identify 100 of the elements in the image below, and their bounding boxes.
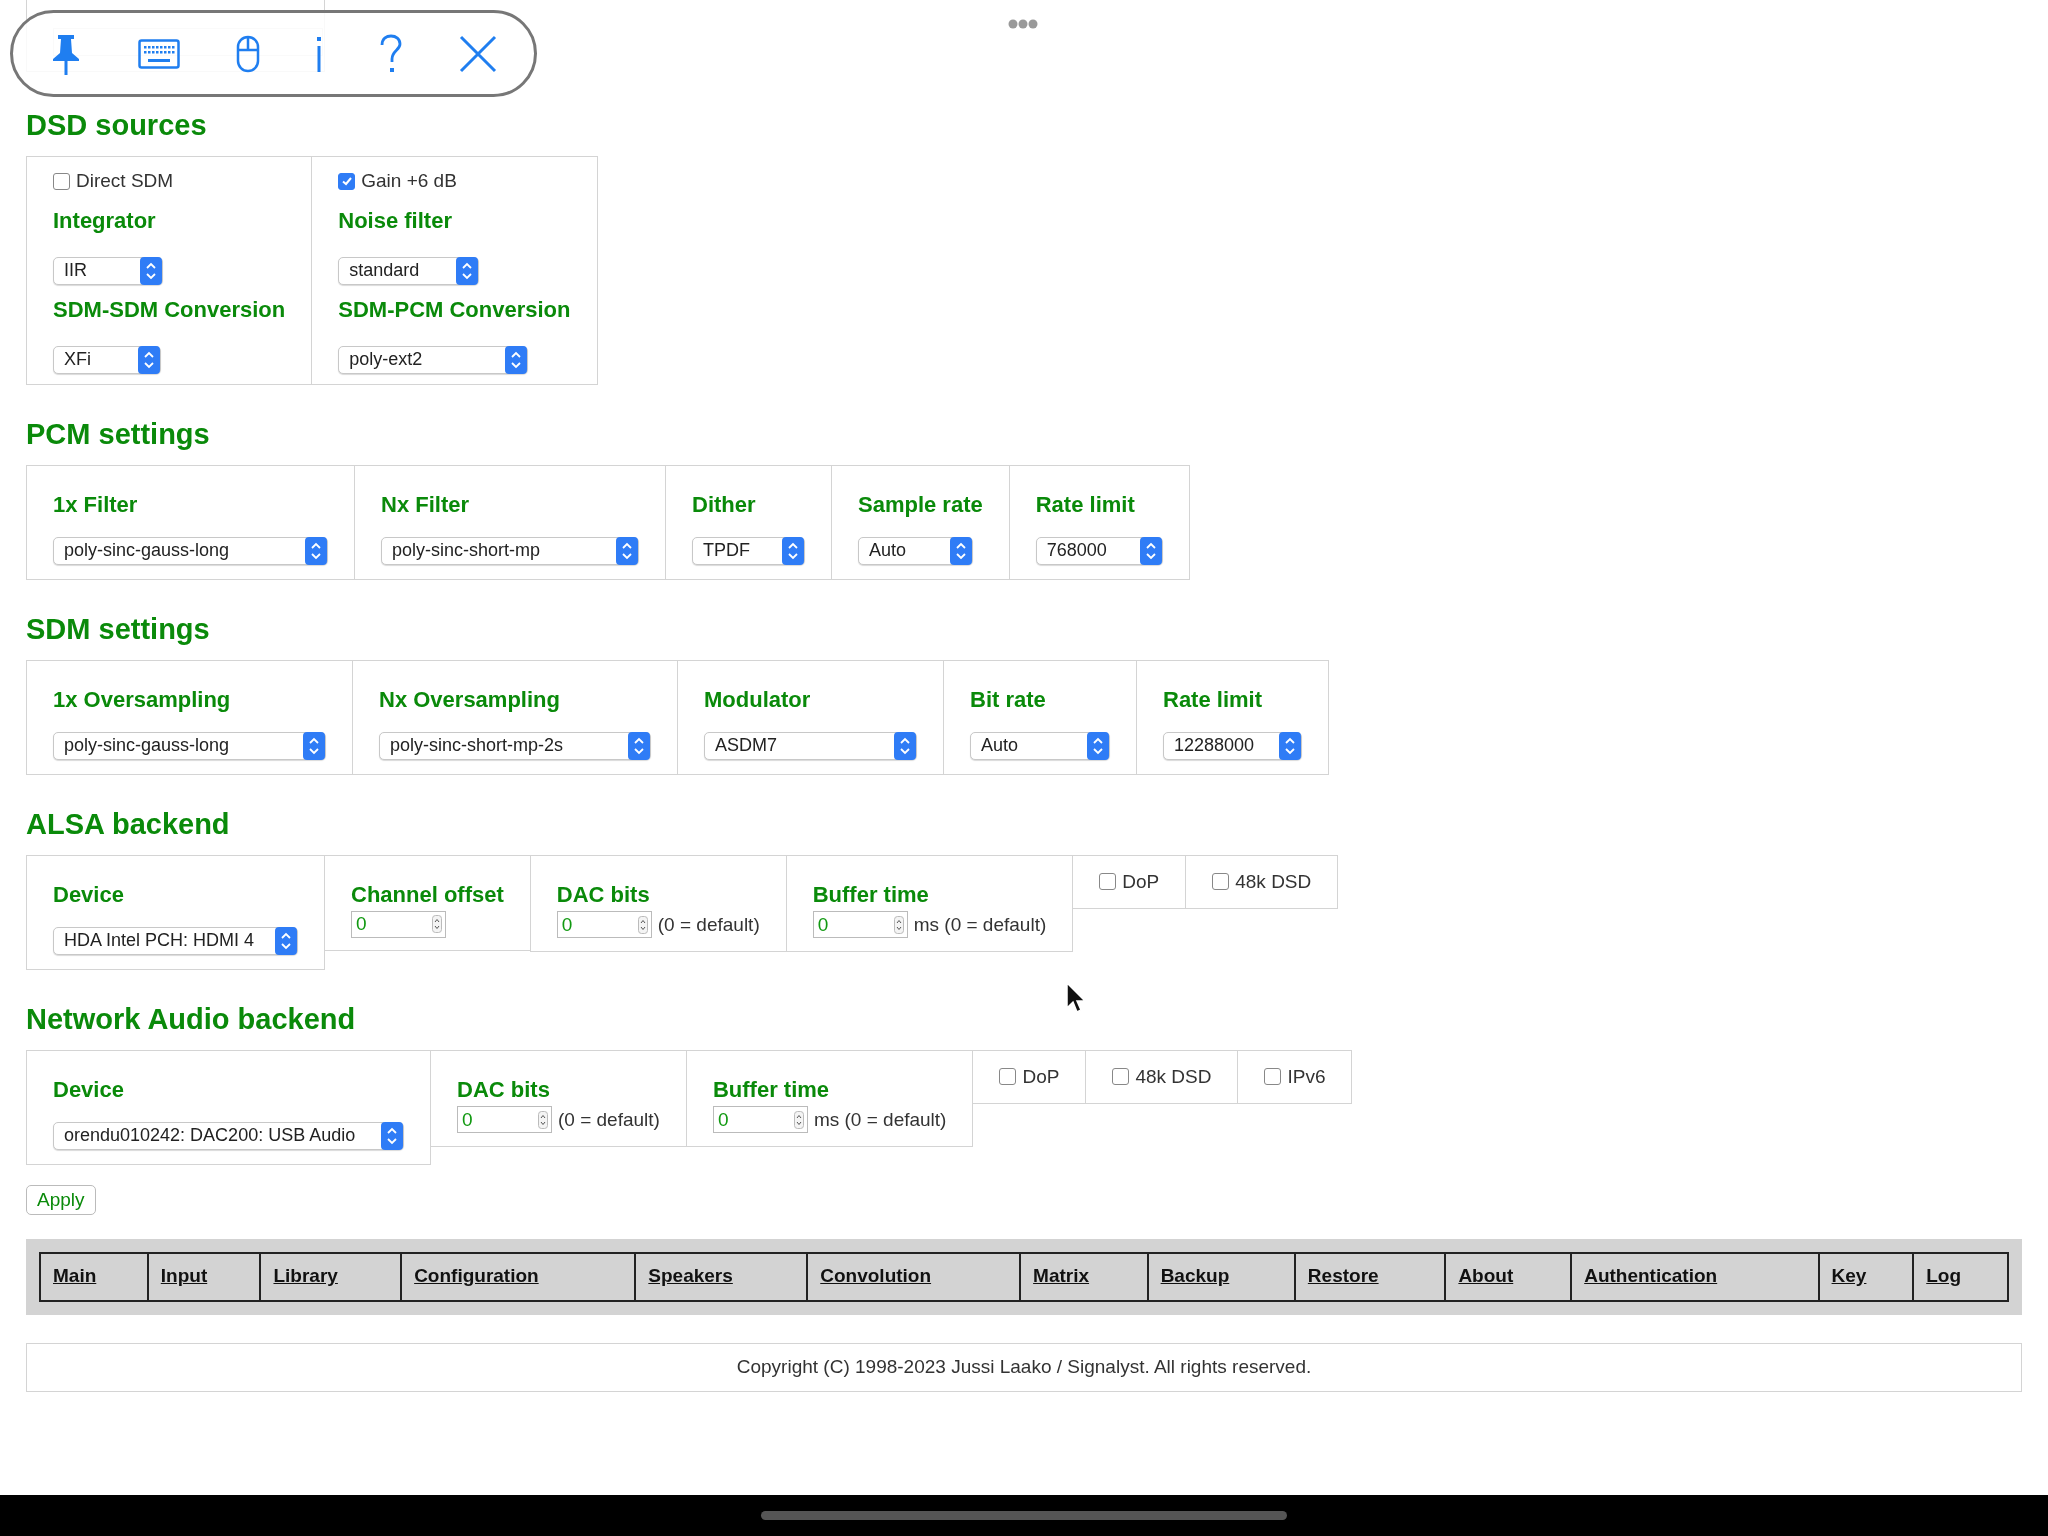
nav-link[interactable]: Input xyxy=(160,1265,208,1287)
updown-arrows-icon xyxy=(456,256,479,285)
checkbox-label: DoP xyxy=(1022,1064,1060,1089)
number-field[interactable]: 0 xyxy=(351,910,446,938)
hint-text: (0 = default) xyxy=(558,1107,660,1132)
keyboard-icon[interactable] xyxy=(138,38,181,69)
spinner-icon xyxy=(432,915,442,933)
dropdown[interactable]: 768000 xyxy=(1035,536,1163,565)
checkmark-icon xyxy=(340,175,353,188)
field-label: DAC bits xyxy=(556,880,651,909)
dropdown[interactable]: IIR xyxy=(53,256,163,285)
info-icon[interactable] xyxy=(315,34,324,73)
updown-arrows-icon xyxy=(1139,536,1162,565)
field-label: SDM-PCM Conversion xyxy=(338,295,571,324)
field-label: Nx Oversampling xyxy=(379,685,561,714)
field-label: 1x Oversampling xyxy=(53,685,232,714)
updown-arrows-icon xyxy=(140,256,162,285)
field-label: Sample rate xyxy=(858,490,983,519)
updown-arrows-icon xyxy=(628,731,650,760)
updown-arrows-icon xyxy=(505,345,528,374)
checkbox-label: 48k DSD xyxy=(1135,1064,1212,1089)
checkbox[interactable] xyxy=(1112,1068,1130,1086)
checkbox[interactable] xyxy=(1264,1068,1282,1086)
checkbox-label: IPv6 xyxy=(1287,1064,1326,1089)
checkbox[interactable] xyxy=(1212,873,1230,891)
updown-arrows-icon xyxy=(275,926,297,955)
updown-arrows-icon xyxy=(616,536,638,565)
section-heading: Network Audio backend xyxy=(26,1001,357,1036)
number-field[interactable]: 0 xyxy=(712,1106,808,1134)
field-label: Bit rate xyxy=(970,685,1047,714)
checkbox[interactable] xyxy=(999,1068,1017,1086)
section-heading: DSD sources xyxy=(26,108,208,142)
apply-button[interactable]: Apply xyxy=(26,1184,96,1215)
checkbox-label: Gain +6 dB xyxy=(361,169,457,193)
spinner-icon xyxy=(893,915,904,934)
field-label: Buffer time xyxy=(812,880,930,909)
nav-link[interactable]: Main xyxy=(53,1265,97,1287)
updown-arrows-icon xyxy=(138,345,160,374)
field-label: 1x Filter xyxy=(53,490,139,519)
field-label: Buffer time xyxy=(712,1075,831,1104)
updown-arrows-icon xyxy=(303,731,325,760)
spinner-icon xyxy=(637,915,648,934)
number-field[interactable]: 0 xyxy=(556,911,652,939)
dropdown[interactable]: XFi xyxy=(53,345,161,374)
dropdown[interactable]: poly-ext2 xyxy=(338,345,529,374)
close-icon[interactable] xyxy=(457,33,498,74)
field-label: Nx Filter xyxy=(381,490,471,519)
checkbox[interactable] xyxy=(1099,873,1117,891)
updown-arrows-icon xyxy=(381,1121,403,1150)
checkbox[interactable] xyxy=(338,172,356,190)
dropdown[interactable]: HDA Intel PCH: HDMI 4 xyxy=(53,926,298,955)
spinner-icon xyxy=(793,1110,804,1129)
hint-text: ms (0 = default) xyxy=(813,1107,947,1132)
dropdown[interactable]: 12288000 xyxy=(1163,731,1302,760)
checkbox-label: 48k DSD xyxy=(1235,869,1312,894)
dropdown[interactable]: Auto xyxy=(970,731,1110,760)
updown-arrows-icon xyxy=(782,536,804,565)
nav-link[interactable]: Log xyxy=(1926,1265,1962,1287)
hint-text: ms (0 = default) xyxy=(913,912,1047,937)
checkbox[interactable] xyxy=(53,172,70,190)
dropdown[interactable]: orendu010242: DAC200: USB Audio xyxy=(53,1121,404,1150)
section-heading: SDM settings xyxy=(26,611,211,646)
copyright-text: Copyright (C) 1998-2023 Jussi Laako / Signalyst. All rights reserved. xyxy=(26,1342,2022,1392)
field-label: Rate limit xyxy=(1163,685,1264,714)
checkbox-label: Direct SDM xyxy=(76,169,174,193)
dropdown[interactable]: TPDF xyxy=(692,536,805,565)
dropdown[interactable]: poly-sinc-gauss-long xyxy=(53,731,326,760)
dropdown[interactable]: poly-sinc-short-mp xyxy=(381,536,639,565)
field-label: Dither xyxy=(692,490,757,519)
field-label: Channel offset xyxy=(351,880,504,909)
dropdown[interactable]: standard xyxy=(338,256,480,285)
dropdown[interactable]: poly-sinc-short-mp-2s xyxy=(379,731,651,760)
nav-link[interactable]: Matrix xyxy=(1033,1265,1090,1287)
updown-arrows-icon xyxy=(305,536,327,565)
help-icon[interactable] xyxy=(378,33,403,74)
section-heading: PCM settings xyxy=(26,416,211,451)
field-label: Device xyxy=(53,1075,125,1104)
dropdown[interactable]: Auto xyxy=(858,536,973,565)
number-field[interactable]: 0 xyxy=(457,1106,552,1134)
nav-link[interactable]: About xyxy=(1458,1265,1514,1287)
field-label: Noise filter xyxy=(338,206,453,235)
number-field[interactable]: 0 xyxy=(812,911,908,939)
updown-arrows-icon xyxy=(894,731,916,760)
field-label: DAC bits xyxy=(457,1075,551,1104)
field-label: Integrator xyxy=(53,206,157,235)
field-label: Modulator xyxy=(704,685,812,714)
updown-arrows-icon xyxy=(950,536,972,565)
spinner-icon xyxy=(538,1110,548,1129)
hint-text: (0 = default) xyxy=(657,912,760,937)
mouse-icon[interactable] xyxy=(235,34,260,73)
dropdown[interactable]: ASDM7 xyxy=(704,731,917,760)
nav-link[interactable]: Key xyxy=(1831,1265,1867,1287)
section-heading: ALSA backend xyxy=(26,806,231,841)
more-dots-icon[interactable] xyxy=(1008,18,1038,30)
field-label: Rate limit xyxy=(1035,490,1136,519)
field-label: Device xyxy=(53,880,125,909)
field-label: SDM-SDM Conversion xyxy=(53,295,286,324)
dropdown[interactable]: poly-sinc-gauss-long xyxy=(53,536,328,565)
checkbox-label: DoP xyxy=(1122,869,1160,894)
updown-arrows-icon xyxy=(1087,731,1109,760)
